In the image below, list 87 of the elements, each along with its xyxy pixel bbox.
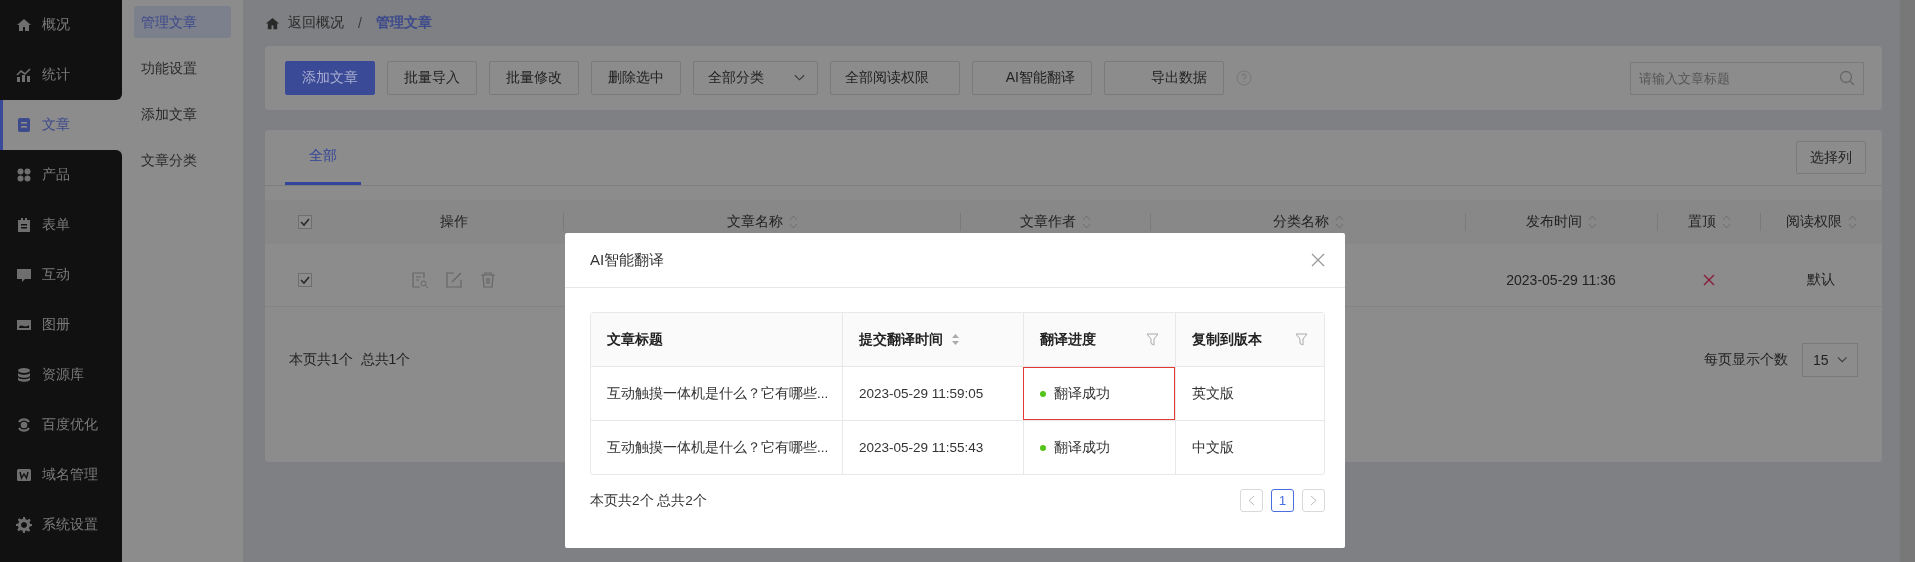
add-button[interactable]: 添加文章: [285, 61, 375, 95]
home-icon: [16, 17, 32, 33]
grid-icon: [16, 167, 32, 183]
preview-icon[interactable]: [411, 271, 429, 289]
sort-icon[interactable]: [788, 215, 798, 229]
breadcrumb-link[interactable]: 返回概况: [288, 14, 344, 32]
column-header: 分类名称: [1272, 213, 1329, 231]
sort-icon[interactable]: [1082, 215, 1091, 229]
next-page-button[interactable]: [1302, 489, 1325, 512]
sidebar-item[interactable]: 产品: [0, 150, 122, 200]
chevron-down-icon: [794, 74, 805, 82]
sort-icon[interactable]: [951, 333, 960, 346]
tab[interactable]: 全部: [285, 130, 361, 185]
sort-icon[interactable]: [1721, 215, 1731, 229]
image-icon: [16, 317, 32, 333]
sort-icon[interactable]: [1588, 215, 1597, 229]
column-header: 提交翻译时间: [859, 330, 943, 349]
w-icon: [16, 467, 32, 483]
database-icon: [16, 367, 32, 383]
table-cell: 2023-05-29 11:55:43: [859, 440, 984, 455]
toolbar-button[interactable]: 删除选中: [591, 61, 681, 95]
dialog-title: AI智能翻译: [590, 250, 665, 270]
table-cell: 英文版: [1192, 384, 1234, 403]
breadcrumb-current: 管理文章: [375, 14, 432, 32]
close-icon[interactable]: [1311, 253, 1325, 267]
sidebar-item[interactable]: 统计: [0, 50, 122, 100]
choose-columns-button[interactable]: 选择列: [1796, 141, 1866, 174]
subnav-item[interactable]: 功能设置: [134, 52, 231, 84]
subnav-item[interactable]: 添加文章: [134, 98, 231, 130]
toolbar-button[interactable]: 批量修改: [489, 61, 579, 95]
chart-icon: [16, 67, 32, 83]
settings-icon: [16, 517, 32, 533]
column-header: 发布时间: [1526, 213, 1582, 231]
page-button[interactable]: 1: [1271, 489, 1294, 512]
column-header: 复制到版本: [1192, 330, 1262, 349]
ring-icon: [16, 417, 32, 433]
status-text: 翻译成功: [1054, 384, 1110, 403]
search-icon[interactable]: [1839, 69, 1855, 86]
sidebar-item[interactable]: 互动: [0, 250, 122, 300]
column-header: 翻译进度: [1040, 330, 1096, 349]
previous-page-button[interactable]: [1240, 489, 1263, 512]
filter-icon[interactable]: [1295, 333, 1308, 346]
chevron-down-icon: [1836, 356, 1847, 364]
sidebar-item[interactable]: 概况: [0, 0, 122, 50]
table-cell: 默认: [1807, 271, 1835, 289]
breadcrumb-separator: /: [358, 15, 362, 31]
sidebar-item[interactable]: 图册: [0, 300, 122, 350]
column-header: 文章标题: [607, 330, 663, 349]
filter-dropdown[interactable]: 全部阅读权限: [830, 61, 960, 95]
sidebar-item[interactable]: 表单: [0, 200, 122, 250]
sidebar-item[interactable]: 资源库: [0, 350, 122, 400]
chat-icon: [16, 267, 32, 283]
subnav-item[interactable]: 文章分类: [134, 144, 231, 176]
edit-icon[interactable]: [445, 271, 463, 289]
toolbar-button[interactable]: AI智能翻译: [972, 61, 1092, 95]
column-header: 置顶: [1687, 213, 1716, 231]
page-summary: 本页共1个 总共1个: [289, 351, 411, 369]
checkbox[interactable]: [298, 215, 312, 229]
sidebar-item[interactable]: 系统设置: [0, 500, 122, 550]
document-icon: [16, 117, 32, 133]
checkbox[interactable]: [298, 273, 312, 287]
toolbar-button[interactable]: 导出数据: [1104, 61, 1224, 95]
table-cell: 中文版: [1192, 438, 1234, 457]
chevron-right-icon: [1310, 495, 1317, 506]
column-header: 文章作者: [1020, 213, 1076, 231]
sidebar-item[interactable]: 域名管理: [0, 450, 122, 500]
table-cell: 2023-05-29 11:59:05: [859, 386, 984, 401]
table-cell: 互动触摸一体机是什么？它有哪些...: [607, 384, 829, 403]
sidebar-item[interactable]: 百度优化: [0, 400, 122, 450]
status-text: 翻译成功: [1054, 438, 1110, 457]
sort-icon[interactable]: [1848, 215, 1857, 229]
toolbar-button[interactable]: 批量导入: [387, 61, 477, 95]
filter-dropdown[interactable]: 全部分类: [693, 61, 818, 95]
sort-icon[interactable]: [1334, 215, 1344, 229]
page-summary: 本页共2个 总共2个: [590, 491, 707, 510]
chevron-left-icon: [1248, 495, 1255, 506]
column-header: 操作: [440, 213, 468, 231]
table-cell: 2023-05-29 11:36: [1506, 272, 1616, 288]
trash-icon[interactable]: [479, 271, 497, 289]
column-header: 阅读权限: [1786, 213, 1842, 231]
clipboard-icon: [16, 217, 32, 233]
column-header: 文章名称: [726, 213, 783, 231]
table-cell: 互动触摸一体机是什么？它有哪些...: [607, 438, 829, 457]
filter-icon[interactable]: [1146, 333, 1159, 346]
page-size-label: 每页显示个数: [1704, 351, 1788, 369]
page-size-dropdown[interactable]: 15: [1802, 343, 1858, 377]
home-icon: [265, 15, 280, 31]
